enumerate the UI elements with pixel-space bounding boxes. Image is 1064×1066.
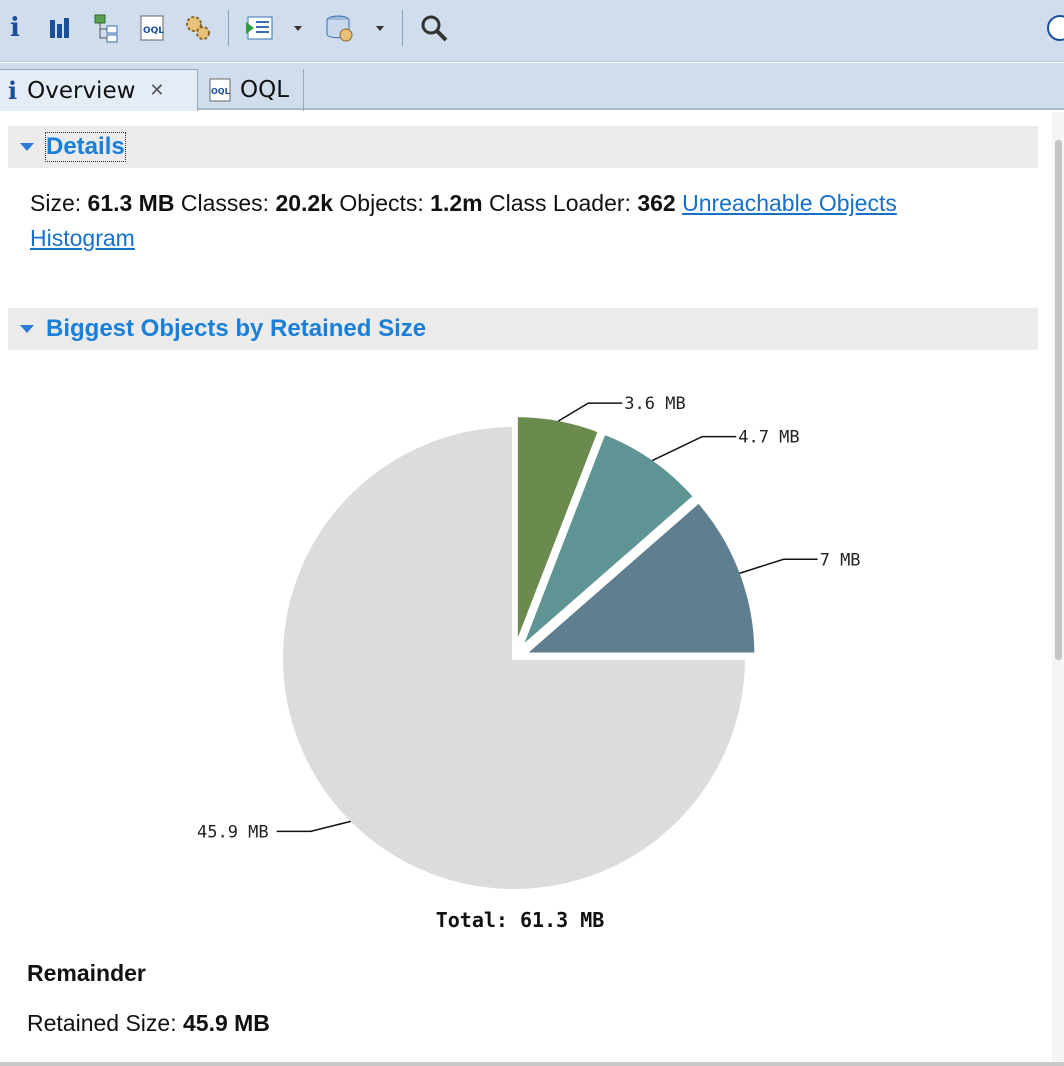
retained-size-label: Retained Size:: [27, 1010, 177, 1036]
info-icon: i: [8, 76, 18, 105]
oql-icon: OQL: [209, 78, 231, 102]
class-loader-label: Class Loader:: [489, 190, 631, 216]
tab-oql[interactable]: OQL OQL: [200, 69, 304, 111]
pie-leader-line: [276, 820, 351, 833]
pie-slice-label: 45.9 MB: [197, 822, 269, 842]
histogram-icon[interactable]: [44, 12, 76, 44]
oql-icon-text: OQL: [211, 87, 230, 96]
pie-slice-label: 3.6 MB: [624, 394, 685, 414]
search-icon[interactable]: [416, 12, 452, 44]
classes-label: Classes:: [180, 190, 270, 216]
histogram-link[interactable]: Histogram: [30, 225, 135, 251]
pie-leader-line: [739, 558, 818, 574]
details-section-header[interactable]: Details: [8, 126, 1038, 168]
size-label: Size:: [30, 190, 82, 216]
chevron-down-icon: [376, 26, 384, 31]
retained-size-line: Retained Size: 45.9 MB: [27, 1010, 270, 1037]
pie-leader-line: [651, 435, 737, 462]
objects-label: Objects:: [339, 190, 424, 216]
oql-icon-text: OQL: [143, 26, 164, 36]
retained-size-pie-chart: 3.6 MB 4.7 MB 7 MB 45.9 MB Total: 61.3 MB: [197, 394, 861, 932]
details-title[interactable]: Details: [45, 132, 126, 162]
size-value: 61.3 MB: [87, 190, 175, 216]
classes-value: 20.2k: [275, 190, 334, 216]
expand-triangle-icon[interactable]: [20, 143, 34, 151]
class-loader-value: 362: [637, 190, 676, 216]
bottom-border: [0, 1062, 1064, 1066]
tab-overview[interactable]: i Overview ✕: [0, 69, 198, 111]
toolbar-separator: [402, 10, 403, 46]
objects-value: 1.2m: [430, 190, 483, 216]
biggest-objects-title[interactable]: Biggest Objects by Retained Size: [46, 315, 426, 343]
chevron-down-icon: [294, 26, 302, 31]
retained-size-value: 45.9 MB: [182, 1010, 270, 1036]
dominator-tree-icon[interactable]: [90, 12, 126, 44]
pie-leader-line: [557, 402, 623, 422]
pie-slice-label: 4.7 MB: [738, 428, 799, 448]
toolbar-separator: [228, 10, 229, 46]
scrollbar-thumb[interactable]: [1055, 140, 1062, 660]
tab-oql-label: OQL: [240, 77, 290, 103]
pie-total-label: Total: 61.3 MB: [436, 908, 605, 932]
help-icon[interactable]: [1044, 12, 1064, 44]
details-summary: Size: 61.3 MB Classes: 20.2k Objects: 1.…: [30, 186, 1020, 256]
close-icon[interactable]: ✕: [149, 80, 164, 101]
thread-overview-icon[interactable]: [180, 12, 216, 44]
info-icon[interactable]: i: [4, 12, 26, 44]
expand-triangle-icon[interactable]: [20, 325, 34, 333]
oql-icon[interactable]: OQL: [136, 12, 170, 44]
main-toolbar: i OQL: [0, 0, 1064, 62]
editor-tab-bar: i Overview ✕ OQL OQL: [0, 62, 1064, 111]
info-glyph: i: [10, 13, 20, 43]
unreachable-objects-link[interactable]: Unreachable Objects: [682, 190, 897, 216]
remainder-title: Remainder: [27, 960, 146, 986]
biggest-objects-section-header[interactable]: Biggest Objects by Retained Size: [8, 308, 1038, 350]
tab-overview-label: Overview: [27, 77, 136, 104]
run-report-icon[interactable]: [240, 12, 310, 44]
query-browser-icon[interactable]: [320, 12, 394, 44]
pie-slice-label: 7 MB: [820, 550, 861, 570]
